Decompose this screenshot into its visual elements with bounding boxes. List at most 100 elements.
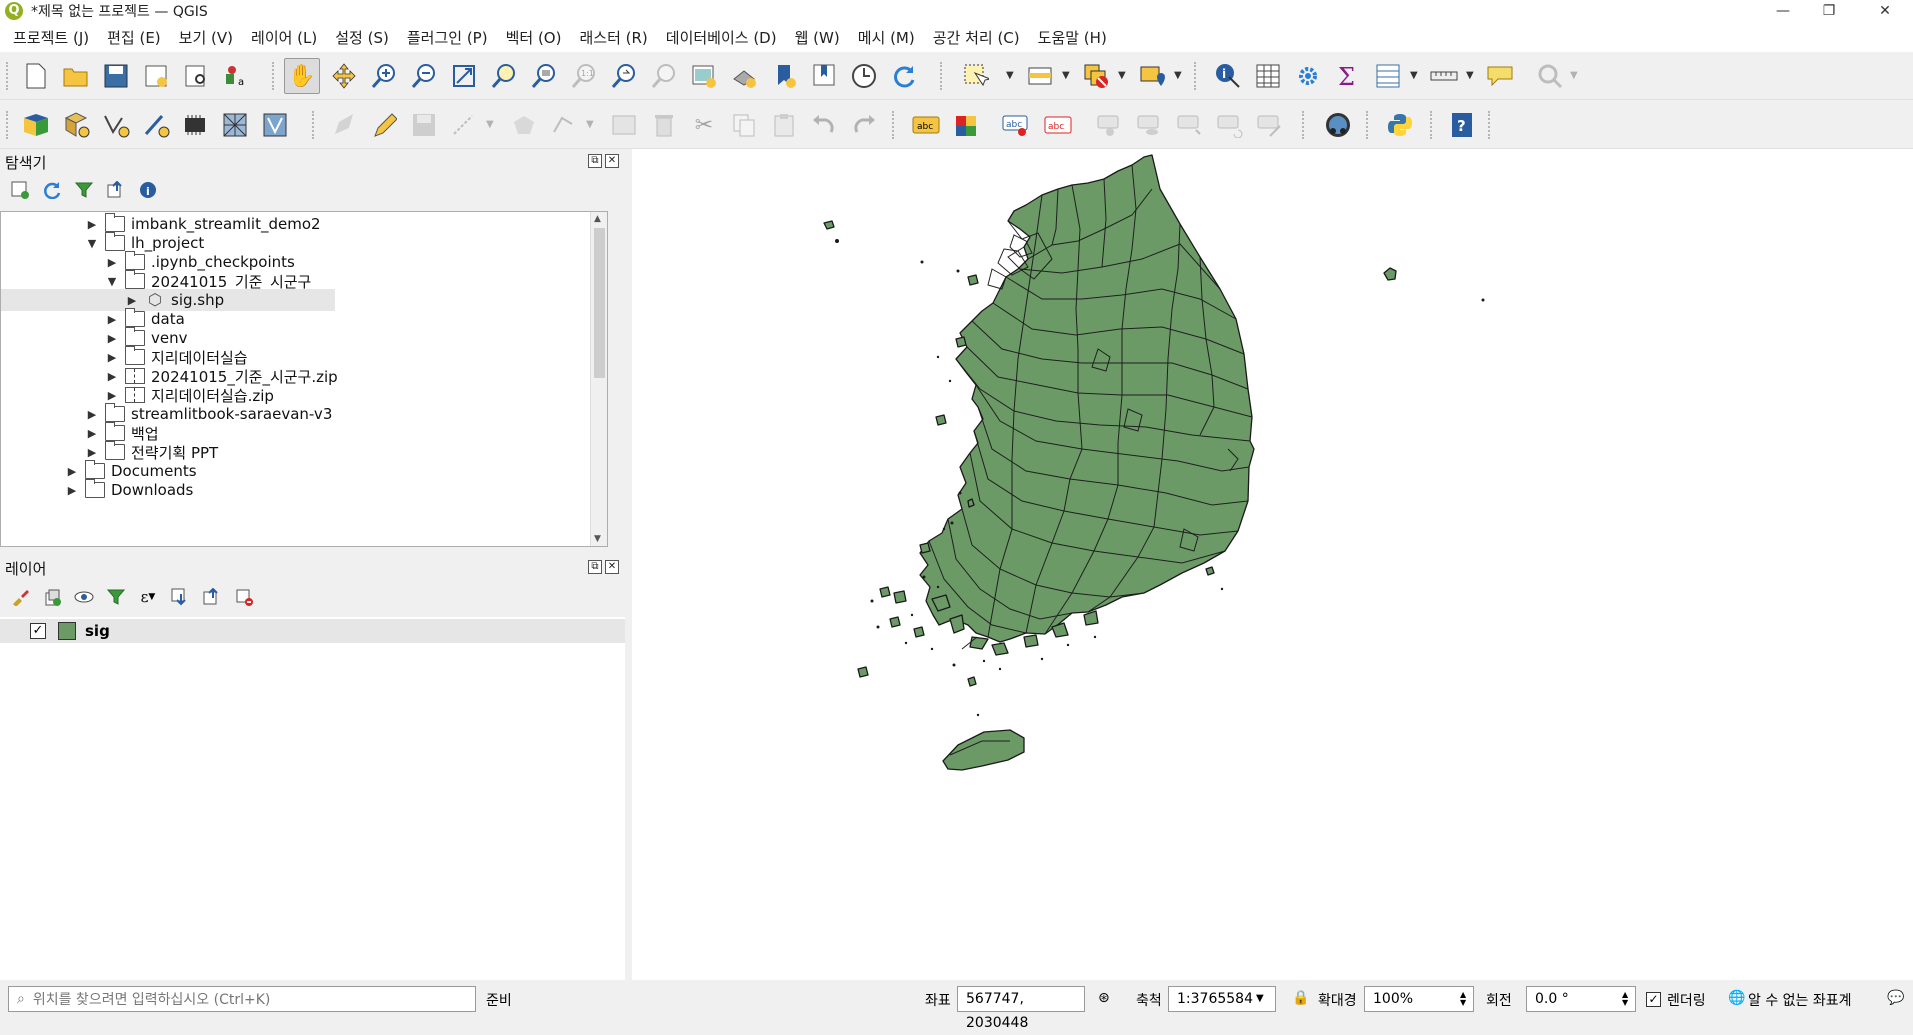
paste-features-icon[interactable] [766, 107, 802, 143]
expand-arrow-icon[interactable]: ▶ [85, 218, 99, 231]
new-virtual-layer-icon[interactable] [178, 107, 214, 143]
pin-labels-icon[interactable] [1092, 107, 1128, 143]
expand-arrow-icon[interactable]: ▶ [85, 427, 99, 440]
layout-manager-icon[interactable] [178, 58, 214, 94]
new-map-view-icon[interactable] [686, 58, 722, 94]
layer-item-sig[interactable]: ✓ sig [0, 619, 625, 643]
select-attr-dropdown-icon[interactable]: ▼ [1062, 70, 1070, 81]
locator-settings-icon[interactable] [1532, 58, 1568, 94]
expand-arrow-icon[interactable]: ▶ [125, 294, 139, 307]
new-project-icon[interactable] [18, 58, 54, 94]
open-field-calculator-icon[interactable] [1370, 58, 1406, 94]
new-gps-layer-icon[interactable] [258, 107, 294, 143]
menu-view[interactable]: 보기 (V) [170, 27, 242, 48]
render-checkbox[interactable]: ✓ [1646, 992, 1661, 1007]
zoom-to-selection-icon[interactable] [486, 58, 522, 94]
zoom-out-icon[interactable] [406, 58, 442, 94]
zoom-in-icon[interactable] [366, 58, 402, 94]
filter-browser-icon[interactable] [72, 178, 96, 202]
undo-icon[interactable] [806, 107, 842, 143]
save-edits-icon[interactable] [406, 107, 442, 143]
expand-arrow-icon[interactable]: ▶ [85, 408, 99, 421]
expand-arrow-icon[interactable]: ▶ [105, 351, 119, 364]
modify-attributes-icon[interactable] [606, 107, 642, 143]
menu-web[interactable]: 웹 (W) [786, 27, 849, 48]
messages-icon[interactable]: 💬 [1887, 990, 1904, 1006]
identify-features-icon[interactable]: i [1210, 58, 1246, 94]
expand-arrow-icon[interactable]: ▶ [105, 332, 119, 345]
change-label-icon[interactable] [1252, 107, 1288, 143]
rotate-label-icon[interactable] [1212, 107, 1248, 143]
deselect-dropdown-icon[interactable]: ▼ [1118, 70, 1126, 81]
locator-dropdown-icon[interactable]: ▼ [1570, 70, 1578, 81]
float-panel-button[interactable]: ⧉ [588, 154, 602, 168]
scroll-up-icon[interactable]: ▲ [594, 214, 601, 224]
menu-layer[interactable]: 레이어 (L) [242, 27, 326, 48]
properties-info-icon[interactable]: i [136, 178, 160, 202]
zoom-to-layer-icon[interactable] [526, 58, 562, 94]
measure-dropdown-icon[interactable]: ▼ [1466, 70, 1474, 81]
expand-arrow-icon[interactable]: ▶ [105, 256, 119, 269]
float-panel-button[interactable]: ⧉ [588, 560, 602, 574]
crs-globe-icon[interactable]: 🌐 [1728, 990, 1745, 1006]
open-project-icon[interactable] [58, 58, 94, 94]
field-calc-dropdown-icon[interactable]: ▼ [1410, 70, 1418, 81]
lock-scale-icon[interactable]: 🔒 [1292, 990, 1309, 1006]
layer-visibility-checkbox[interactable]: ✓ [30, 623, 46, 639]
layer-styling-icon[interactable] [8, 585, 32, 609]
manage-visibility-icon[interactable] [72, 585, 96, 609]
copy-features-icon[interactable] [726, 107, 762, 143]
coordinate-field[interactable]: 567747, 2030448 [957, 986, 1085, 1031]
select-dropdown-icon[interactable]: ▼ [1006, 70, 1014, 81]
expand-all-icon[interactable] [168, 585, 192, 609]
menu-vector[interactable]: 벡터 (O) [497, 27, 571, 48]
vertex-dropdown-icon[interactable]: ▼ [586, 119, 594, 130]
python-console-icon[interactable] [1382, 107, 1418, 143]
select-by-attribute-icon[interactable] [1022, 58, 1058, 94]
add-group-icon[interactable] [40, 585, 64, 609]
tree-item-downloads[interactable]: ▶ Downloads [65, 479, 193, 501]
crs-label[interactable]: 알 수 없는 좌표계 [1748, 990, 1852, 1010]
map-tips-icon[interactable] [1482, 58, 1518, 94]
magnifier-field[interactable]: 100% [1364, 986, 1474, 1012]
magnifier-spin-icon[interactable]: ▲ ▼ [1460, 991, 1466, 1007]
close-panel-button[interactable]: ✕ [605, 560, 619, 574]
close-panel-button[interactable]: ✕ [605, 154, 619, 168]
cut-features-icon[interactable]: ✂ [686, 107, 722, 143]
highlight-pinned-labels-icon[interactable]: abc [998, 107, 1034, 143]
expand-arrow-icon[interactable]: ▶ [65, 484, 79, 497]
layer-symbol-swatch[interactable] [58, 622, 76, 640]
expand-arrow-icon[interactable]: ▶ [105, 370, 119, 383]
new-geopackage-icon[interactable] [58, 107, 94, 143]
new-3d-view-icon[interactable] [726, 58, 762, 94]
expand-arrow-icon[interactable]: ▶ [105, 389, 119, 402]
save-project-icon[interactable] [98, 58, 134, 94]
deselect-all-icon[interactable] [1078, 58, 1114, 94]
new-shapefile-icon[interactable] [98, 107, 134, 143]
scrollbar-thumb[interactable] [594, 228, 605, 378]
zoom-full-icon[interactable] [446, 58, 482, 94]
current-edits-icon[interactable] [326, 107, 362, 143]
menu-edit[interactable]: 편집 (E) [98, 27, 170, 48]
select-by-location-icon[interactable] [1134, 58, 1170, 94]
browser-scrollbar[interactable]: ▲ ▼ [590, 212, 607, 546]
select-location-dropdown-icon[interactable]: ▼ [1174, 70, 1182, 81]
data-source-manager-icon[interactable] [18, 107, 54, 143]
map-canvas[interactable] [632, 149, 1913, 980]
expand-arrow-icon[interactable]: ▶ [65, 465, 79, 478]
statistics-icon[interactable]: Σ [1330, 58, 1366, 94]
refresh-icon[interactable] [886, 58, 922, 94]
menu-mesh[interactable]: 메시 (M) [849, 27, 924, 48]
delete-selected-icon[interactable] [646, 107, 682, 143]
move-label-icon[interactable] [1172, 107, 1208, 143]
zoom-native-icon[interactable]: 1:1 [566, 58, 602, 94]
select-features-icon[interactable] [958, 58, 994, 94]
show-bookmarks-icon[interactable] [806, 58, 842, 94]
new-spatial-bookmark-icon[interactable] [766, 58, 802, 94]
expand-arrow-icon[interactable]: ▶ [105, 313, 119, 326]
filter-expression-icon[interactable]: ε ▼ [136, 585, 160, 609]
digitize-line-icon[interactable] [446, 107, 482, 143]
remove-layer-icon[interactable] [232, 585, 256, 609]
toggle-editing-icon[interactable] [366, 107, 402, 143]
help-icon[interactable]: ? [1444, 107, 1480, 143]
